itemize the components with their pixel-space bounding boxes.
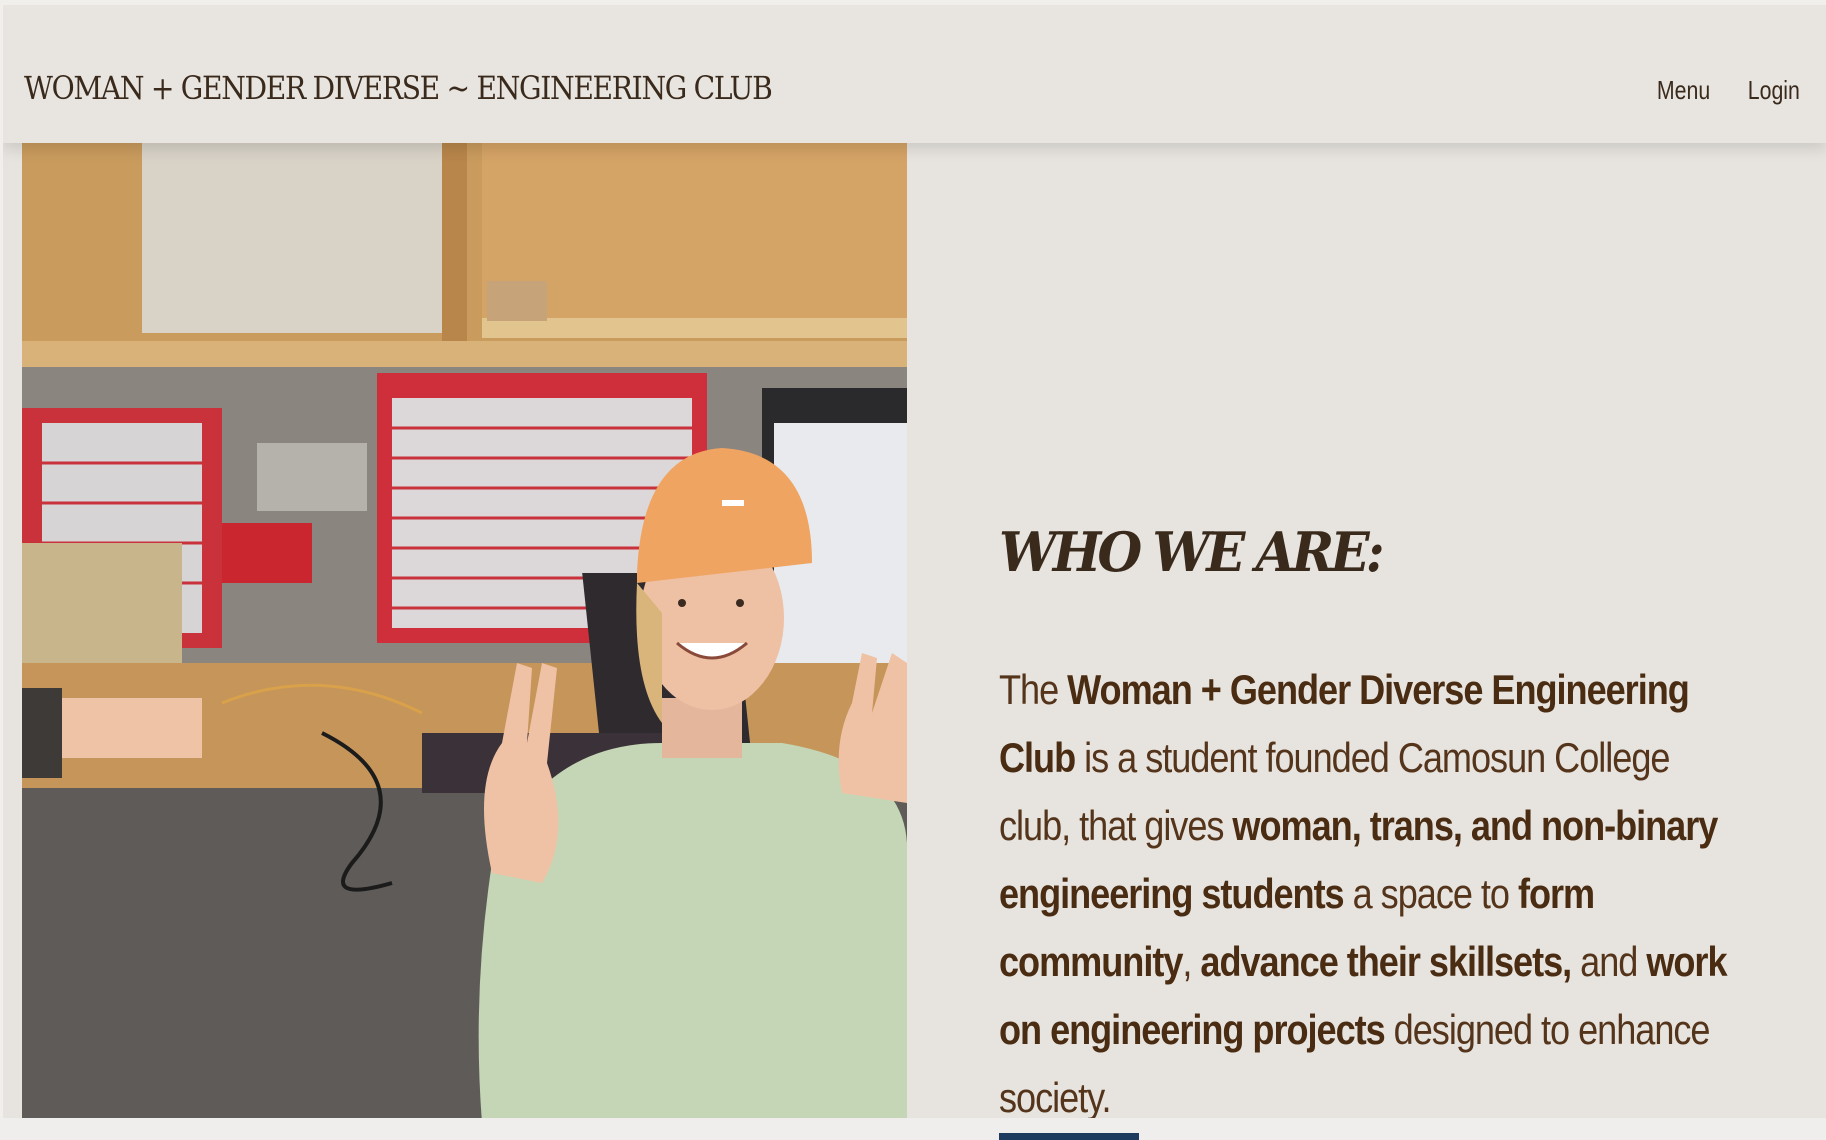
login-link[interactable]: Login — [1748, 75, 1800, 106]
partial-button[interactable] — [999, 1133, 1139, 1140]
desc-text-3: a space to — [1343, 870, 1518, 917]
who-we-are-heading: WHO WE ARE: — [999, 520, 1385, 584]
who-we-are-section: WHO WE ARE: The Woman + Gender Diverse E… — [999, 520, 1759, 1132]
desc-bold-skillsets: advance their skillsets, — [1200, 938, 1572, 985]
desc-text-4: , — [1182, 938, 1201, 985]
page: WOMAN + GENDER DIVERSE ~ ENGINEERING CLU… — [3, 5, 1826, 1140]
club-member-photo — [22, 143, 907, 1123]
bottom-overlay-bar — [0, 1118, 1826, 1140]
club-description: The Woman + Gender Diverse Engineering C… — [999, 656, 1739, 1132]
desc-text-5: and — [1571, 938, 1647, 985]
desc-text-1: The — [999, 666, 1068, 713]
main-nav: Menu Login — [1651, 75, 1806, 106]
menu-link[interactable]: Menu — [1657, 75, 1710, 106]
site-header: WOMAN + GENDER DIVERSE ~ ENGINEERING CLU… — [3, 5, 1826, 143]
site-title[interactable]: WOMAN + GENDER DIVERSE ~ ENGINEERING CLU… — [24, 69, 773, 107]
